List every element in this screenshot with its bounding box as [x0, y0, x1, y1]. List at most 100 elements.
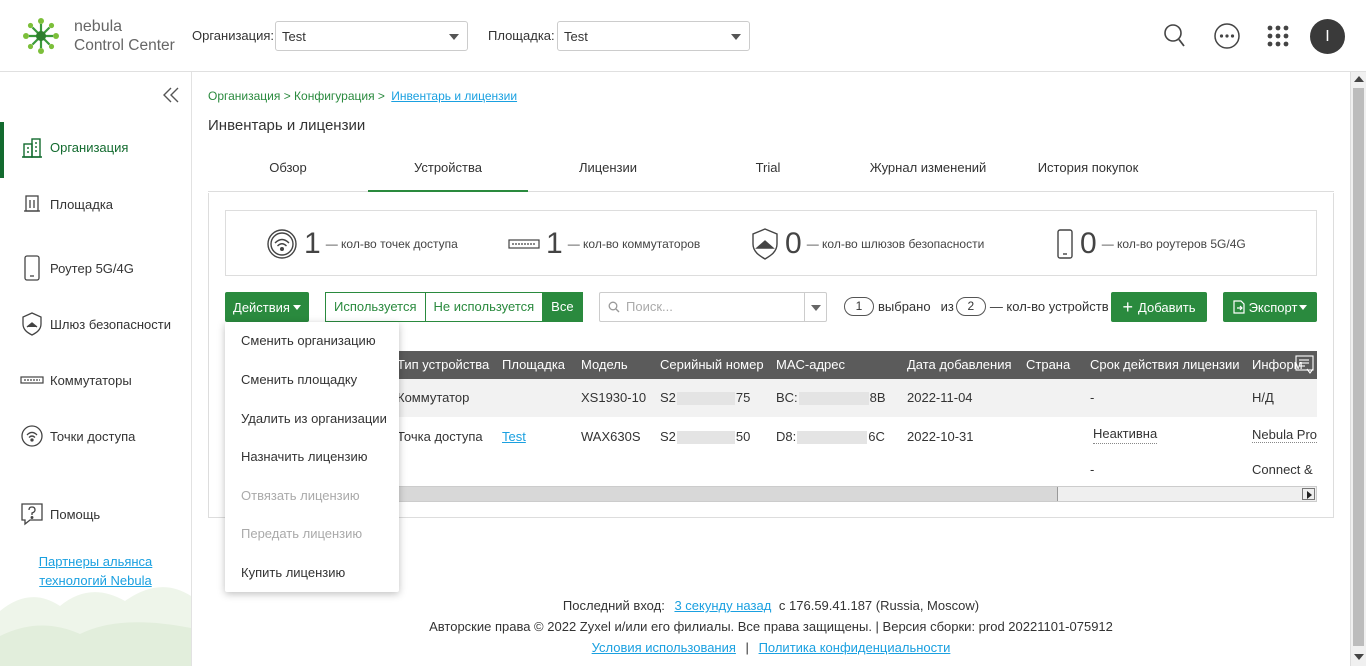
tab-overview[interactable]: Обзор: [208, 150, 368, 192]
table-row[interactable]: Точка доступа Test WAX630S S2 50 D8: 6C 20…: [395, 417, 1317, 485]
search-dropdown-toggle[interactable]: [804, 293, 826, 321]
site-icon: [20, 192, 44, 216]
apps-grid-icon[interactable]: [1261, 19, 1295, 53]
column-header-license-expiry[interactable]: Срок действия лицензии: [1090, 357, 1240, 372]
wifi-icon: [20, 424, 44, 448]
stat-value: 0: [785, 227, 802, 260]
partners-link-line1[interactable]: Партнеры альянса: [39, 554, 153, 569]
menu-item-unassign-license: Отвязать лицензию: [241, 488, 360, 503]
cell-serial: S2 50: [660, 429, 750, 445]
total-text: — кол-во устройств: [989, 299, 1109, 314]
tab-devices[interactable]: Устройства: [368, 150, 528, 192]
menu-item-buy-license[interactable]: Купить лицензию: [241, 565, 345, 580]
column-header-country[interactable]: Страна: [1026, 357, 1070, 372]
sidebar-item-label: Помощь: [50, 506, 101, 522]
nebula-logo-icon[interactable]: [22, 17, 60, 55]
cell-info[interactable]: Nebula Pro: [1252, 427, 1317, 443]
site-select[interactable]: Test: [557, 21, 750, 51]
brand-line1: nebula: [74, 18, 123, 35]
sidebar-item-organization[interactable]: Организация: [0, 122, 191, 178]
filter-used-button[interactable]: Используется: [326, 293, 426, 321]
mac-prefix: D8:: [776, 429, 797, 444]
org-select[interactable]: Test: [275, 21, 468, 51]
last-login-link[interactable]: 3 секунду назад: [674, 598, 771, 613]
breadcrumb-path[interactable]: Организация > Конфигурация >: [208, 89, 385, 103]
cell-license-status[interactable]: Неактивна: [1093, 426, 1158, 444]
menu-item-remove-from-organization[interactable]: Удалить из организации: [241, 411, 387, 426]
phone-router-icon: [20, 255, 44, 281]
menu-item-change-organization[interactable]: Сменить организацию: [241, 333, 376, 348]
selected-text: выбрано: [878, 299, 931, 314]
column-header-serial[interactable]: Серийный номер: [660, 357, 764, 372]
cell-site-link[interactable]: Test: [502, 429, 526, 444]
sidebar-item-access-points[interactable]: Точки доступа: [0, 411, 191, 461]
cell-license-secondary: -: [1090, 462, 1095, 477]
scrollbar-thumb[interactable]: [396, 487, 1058, 501]
cell-info: Н/Д: [1252, 390, 1274, 405]
cell-mac: D8: 6C: [776, 429, 885, 445]
terms-link[interactable]: Условия использования: [592, 640, 736, 655]
column-header-site[interactable]: Площадка: [502, 357, 565, 372]
add-button-label: Добавить: [1138, 299, 1196, 315]
search-input[interactable]: [626, 299, 798, 314]
plus-icon: +: [1122, 297, 1134, 317]
footer-copyright: Авторские права © 2022 Zyxel и/или его ф…: [429, 619, 1113, 634]
menu-item-transfer-license: Передать лицензию: [241, 526, 363, 541]
total-count-badge: 2: [955, 297, 986, 316]
more-options-icon[interactable]: [1210, 19, 1244, 53]
scrollbar-thumb[interactable]: [1353, 88, 1364, 646]
actions-button-label: Действия: [233, 299, 290, 315]
tab-changelog[interactable]: Журнал изменений: [848, 150, 1008, 192]
stat-label: — кол-во коммутаторов: [567, 237, 701, 251]
collapse-sidebar-icon[interactable]: [162, 86, 180, 104]
filter-unused-button[interactable]: Не используется: [426, 293, 544, 321]
actions-button[interactable]: Действия: [225, 292, 309, 322]
brand-name: nebula Control Center: [74, 17, 175, 55]
column-header-model[interactable]: Модель: [581, 357, 628, 372]
page-vertical-scrollbar[interactable]: [1350, 72, 1366, 666]
add-device-button[interactable]: + Добавить: [1111, 292, 1207, 322]
privacy-link[interactable]: Политика конфиденциальности: [759, 640, 951, 655]
menu-item-change-site[interactable]: Сменить площадку: [241, 372, 357, 387]
sidebar-item-label: Шлюз безопасности: [50, 316, 172, 332]
cell-info-secondary: Connect &: [1252, 462, 1313, 477]
search-box: [599, 292, 827, 322]
partners-link[interactable]: Партнеры альянса технологий Nebula: [0, 552, 191, 590]
scroll-down-arrow-icon[interactable]: [1354, 654, 1364, 660]
export-button[interactable]: Экспорт: [1223, 292, 1317, 322]
table-row[interactable]: Коммутатор XS1930-10 S2 75 BC: 8B 2022-11-…: [395, 379, 1317, 417]
building-icon: [20, 135, 44, 159]
tab-trial[interactable]: Trial: [688, 150, 848, 192]
scroll-right-arrow-icon[interactable]: [1302, 488, 1315, 500]
sidebar-item-switches[interactable]: Коммутаторы: [0, 355, 191, 405]
tab-licenses[interactable]: Лицензии: [528, 150, 688, 192]
scroll-up-arrow-icon[interactable]: [1354, 76, 1364, 82]
filter-all-button[interactable]: Все: [543, 293, 582, 321]
usage-filter: Используется Не используется Все: [325, 292, 583, 322]
cell-date: 2022-10-31: [907, 429, 974, 444]
selected-count-badge: 1: [844, 297, 874, 316]
menu-item-assign-license[interactable]: Назначить лицензию: [241, 449, 367, 464]
caret-down-icon: [1299, 304, 1308, 310]
phone-router-icon: [1057, 229, 1073, 259]
cell-model: XS1930-10: [581, 390, 647, 405]
user-avatar[interactable]: I: [1310, 19, 1345, 54]
mac-prefix: BC:: [776, 390, 798, 405]
sidebar-item-help[interactable]: Помощь: [0, 489, 191, 539]
breadcrumb-current[interactable]: Инвентарь и лицензии: [391, 89, 517, 103]
table-horizontal-scrollbar[interactable]: [395, 486, 1317, 502]
partners-link-line2[interactable]: технологий Nebula: [39, 573, 151, 588]
top-header: nebula Control Center Организация: Test …: [0, 0, 1366, 72]
column-header-type[interactable]: Тип устройства: [397, 357, 489, 372]
search-icon[interactable]: [1158, 19, 1192, 53]
column-settings-icon[interactable]: [1295, 355, 1315, 375]
sidebar-item-security-gateway[interactable]: Шлюз безопасности: [0, 299, 191, 349]
column-header-date-added[interactable]: Дата добавления: [907, 357, 1012, 372]
sidebar-item-label: Точки доступа: [50, 428, 136, 444]
sidebar-item-site[interactable]: Площадка: [0, 179, 191, 229]
stat-routers: 0 — кол-во роутеров 5G/4G: [1056, 211, 1246, 277]
sidebar-item-router[interactable]: Роутер 5G/4G: [0, 243, 191, 293]
stat-value: 1: [546, 227, 563, 260]
tab-purchase-history[interactable]: История покупок: [1008, 150, 1168, 192]
column-header-mac[interactable]: MAC-адрес: [776, 357, 845, 372]
